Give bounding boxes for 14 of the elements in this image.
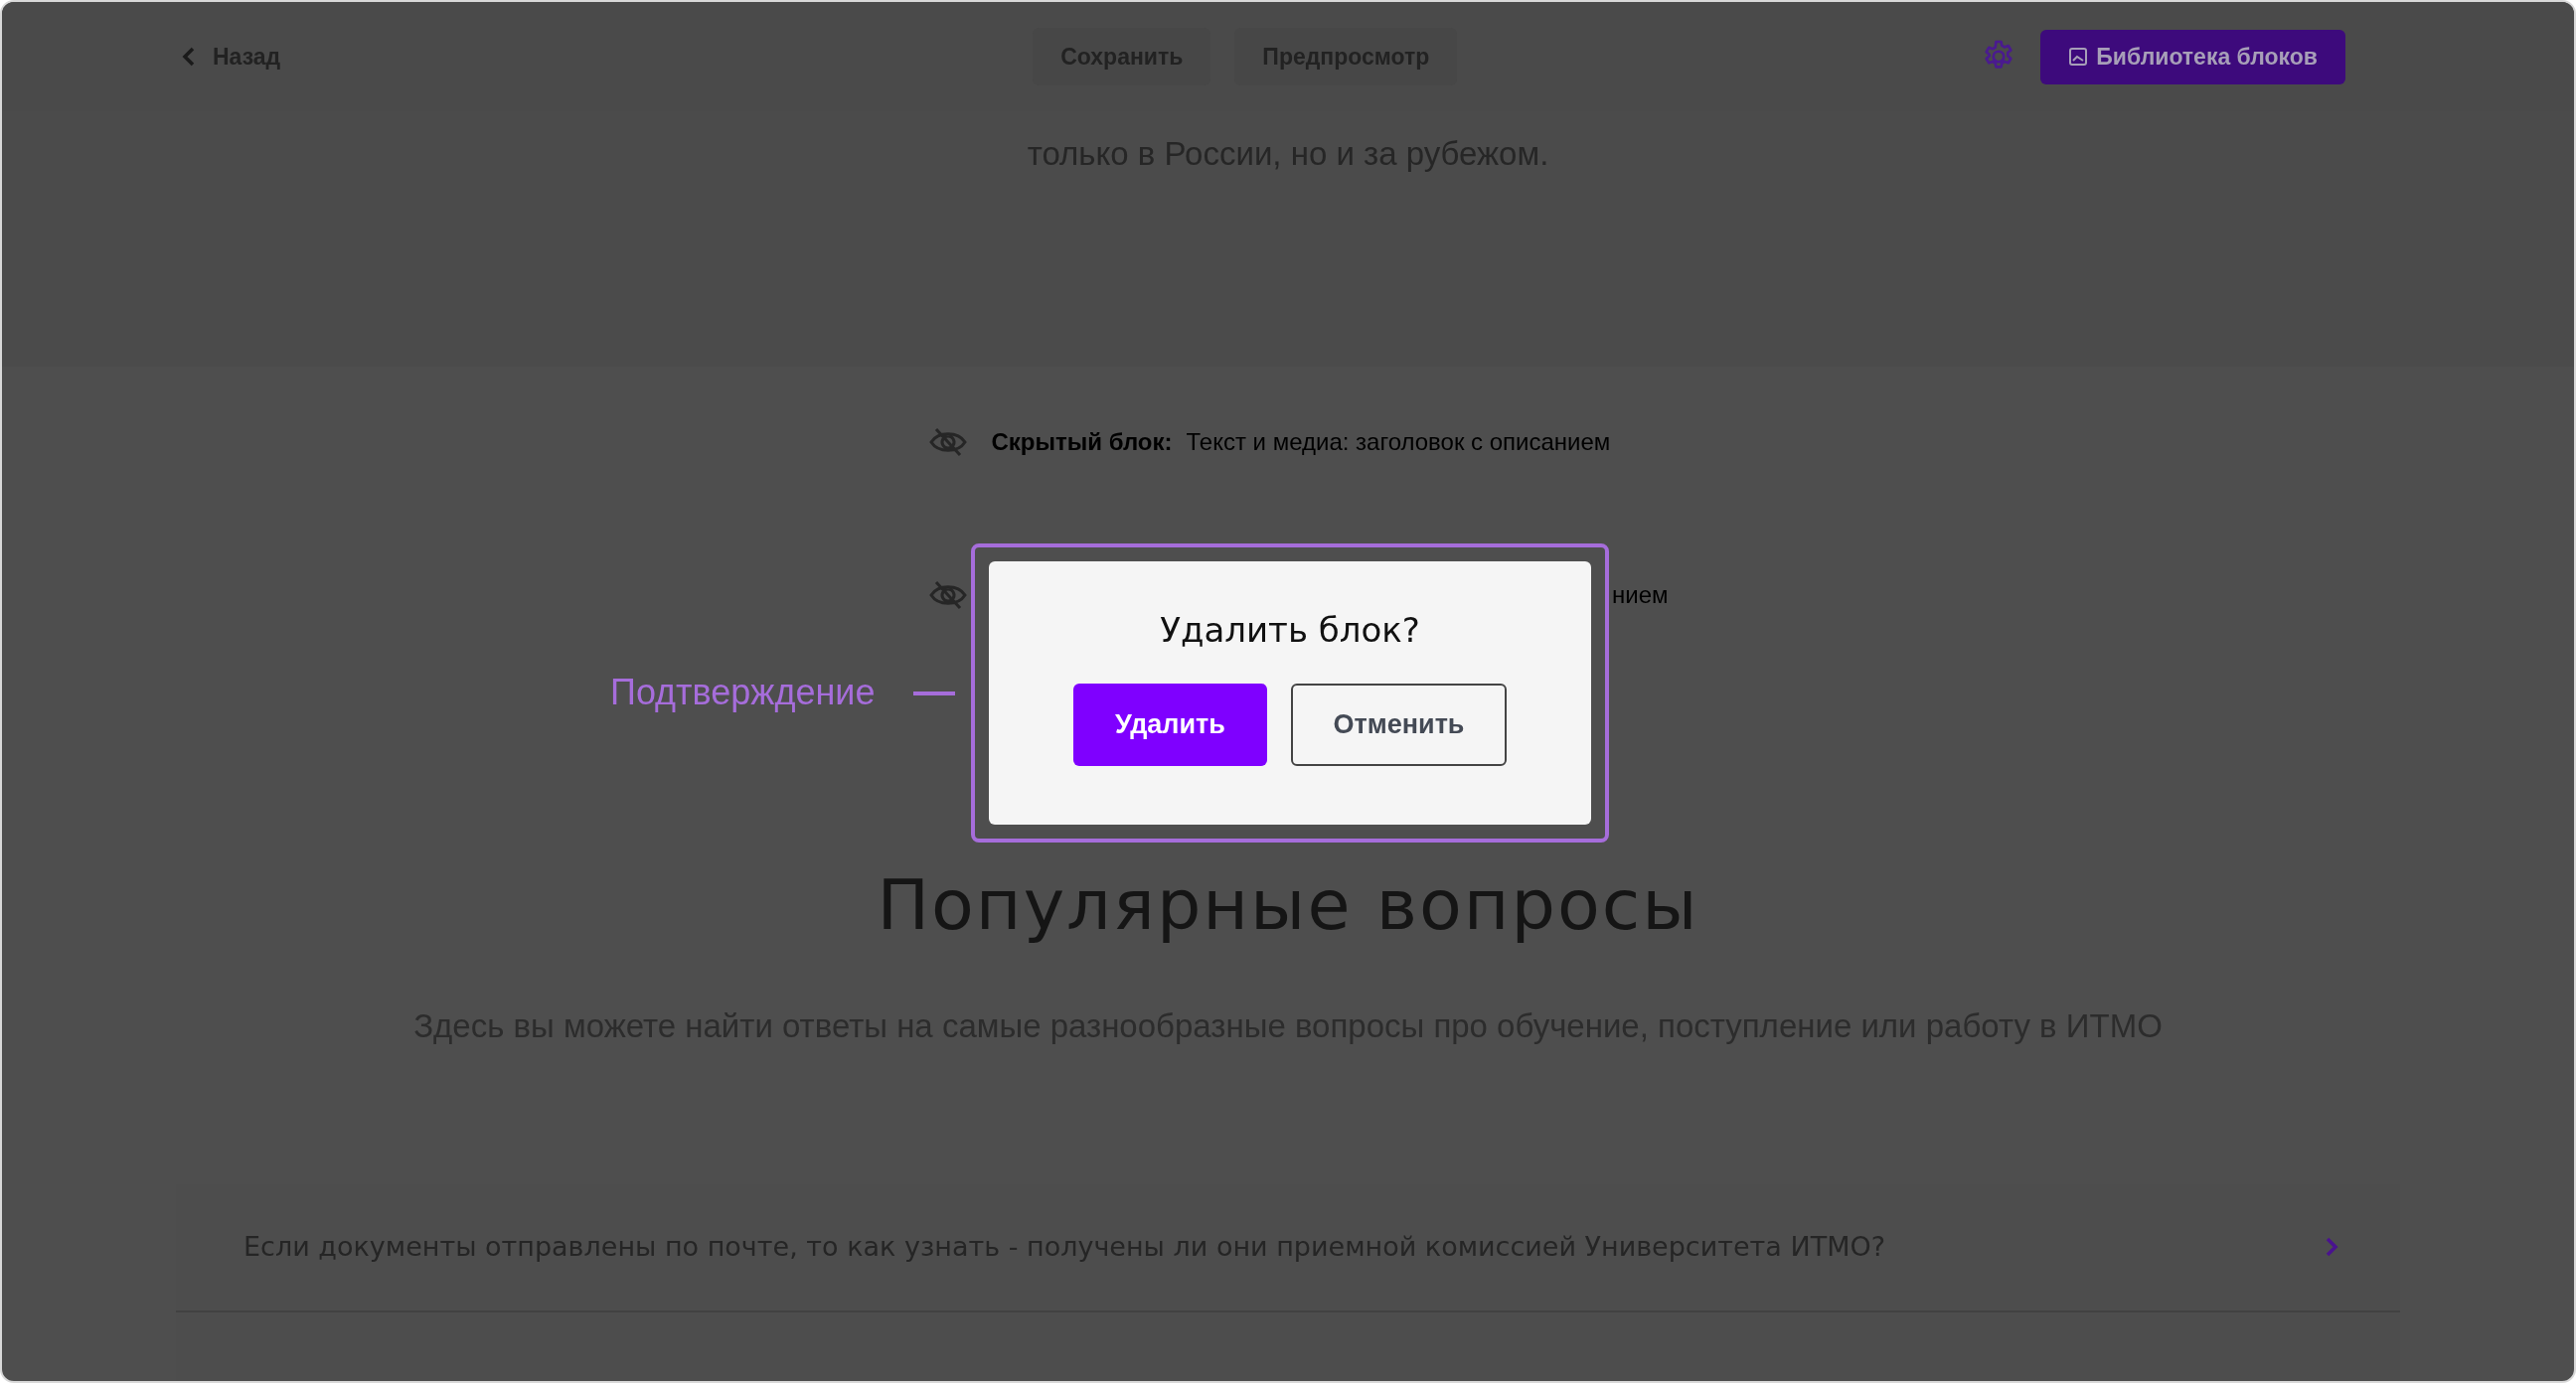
delete-button[interactable]: Удалить xyxy=(1073,684,1267,766)
image-icon xyxy=(2068,47,2089,67)
annotation-label: Подтверждение xyxy=(610,671,876,714)
hidden-block-label: Скрытый блок: xyxy=(991,427,1173,457)
section-heading: Популярные вопросы xyxy=(877,863,1699,948)
chevron-left-icon xyxy=(181,46,197,68)
cancel-button[interactable]: Отменить xyxy=(1291,684,1507,766)
eye-slash-icon xyxy=(927,579,968,611)
hidden-block-description: нием xyxy=(1612,580,1669,610)
hidden-block-description: Текст и медиа: заголовок с описанием xyxy=(1186,427,1611,457)
chevron-right-icon xyxy=(2325,1236,2338,1258)
block-library-button[interactable]: Библиотека блоков xyxy=(2040,29,2345,84)
eye-slash-icon xyxy=(927,426,968,458)
dialog-title: Удалить блок? xyxy=(1159,609,1421,652)
